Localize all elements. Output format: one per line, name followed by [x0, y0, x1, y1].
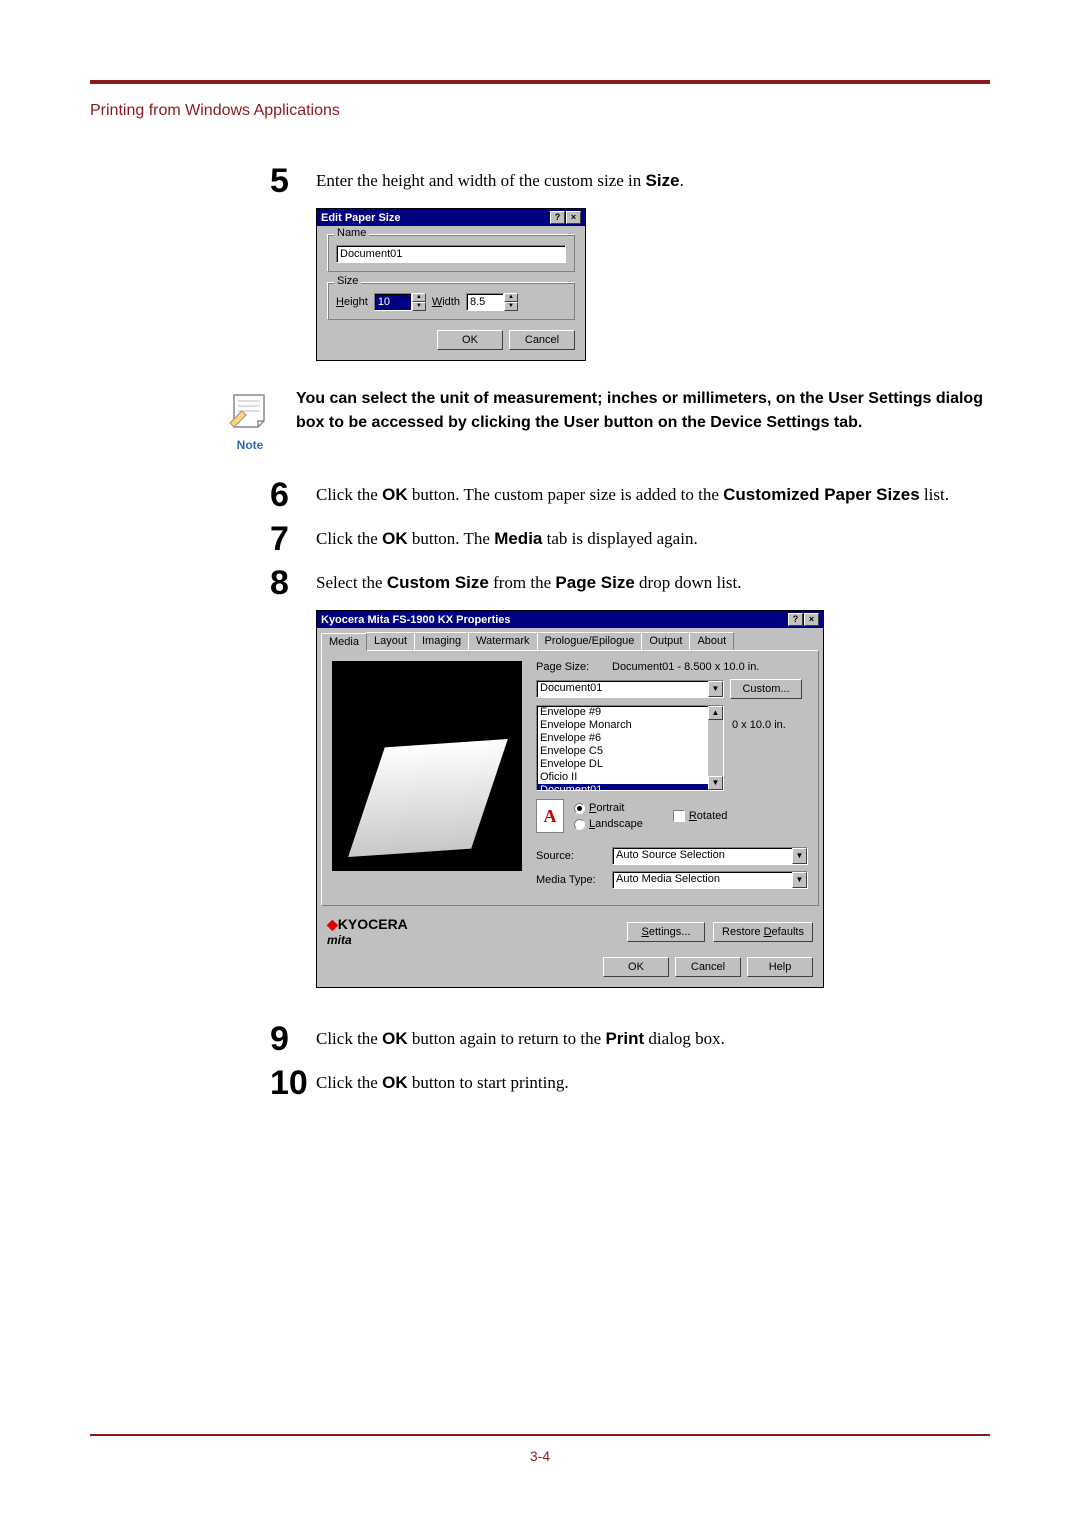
width-input[interactable]: [466, 293, 504, 311]
step-number-6: 6: [270, 478, 316, 512]
tab-prologue[interactable]: Prologue/Epilogue: [537, 632, 643, 650]
list-item[interactable]: Envelope #9: [537, 706, 708, 719]
height-label: Height: [336, 296, 368, 308]
name-legend: Name: [334, 227, 369, 239]
step-5-text: Enter the height and width of the custom…: [316, 164, 684, 194]
ok-button[interactable]: OK: [603, 957, 669, 977]
dialog-titlebar: Edit Paper Size ? ×: [317, 209, 585, 226]
ok-button[interactable]: OK: [437, 330, 503, 350]
step-7: 7 Click the OK button. The Media tab is …: [270, 522, 990, 556]
size-fieldset: Size Height ▲▼ Width ▲▼: [327, 282, 575, 320]
height-spinner[interactable]: ▲▼: [412, 293, 426, 311]
step-8: 8 Select the Custom Size from the Page S…: [270, 566, 990, 600]
help-button[interactable]: Help: [747, 957, 813, 977]
close-icon[interactable]: ×: [804, 613, 819, 626]
step-10-text: Click the OK button to start printing.: [316, 1066, 569, 1096]
step-10: 10 Click the OK button to start printing…: [270, 1066, 990, 1100]
page-size-desc: Document01 - 8.500 x 10.0 in.: [612, 661, 759, 673]
custom-button[interactable]: Custom...: [730, 679, 802, 699]
orientation-group: A Portrait Landscape Rotated: [536, 799, 808, 833]
note-text: You can select the unit of measurement; …: [296, 387, 990, 435]
list-item[interactable]: Envelope DL: [537, 758, 708, 771]
step-number-7: 7: [270, 522, 316, 556]
top-rule: [90, 80, 990, 84]
chevron-down-icon[interactable]: ▼: [792, 872, 807, 888]
note-label: Note: [226, 438, 274, 452]
size-legend: Size: [334, 275, 361, 287]
preview-paper-icon: [348, 739, 508, 857]
page-size-combo[interactable]: Document01 ▼: [536, 680, 724, 698]
chevron-down-icon[interactable]: ▼: [792, 848, 807, 864]
settings-button[interactable]: Settings...: [627, 922, 705, 942]
step-8-text: Select the Custom Size from the Page Siz…: [316, 566, 742, 596]
portrait-radio[interactable]: Portrait: [574, 802, 643, 814]
step-5: 5 Enter the height and width of the cust…: [270, 164, 990, 198]
footer-rule: [90, 1434, 990, 1436]
page-size-label: Page Size:: [536, 661, 606, 673]
edit-paper-size-dialog: Edit Paper Size ? × Name Size Height ▲▼: [316, 208, 586, 361]
source-combo[interactable]: Auto Source Selection ▼: [612, 847, 808, 865]
step-9-text: Click the OK button again to return to t…: [316, 1022, 725, 1052]
list-item-selected[interactable]: Document01: [537, 784, 708, 790]
step-number-8: 8: [270, 566, 316, 600]
media-tab-panel: Page Size: Document01 - 8.500 x 10.0 in.…: [321, 650, 819, 906]
brand-logo: ◆KYOCERA mita: [327, 916, 408, 947]
note-icon: Note: [226, 387, 274, 452]
source-label: Source:: [536, 850, 606, 862]
width-label: Width: [432, 296, 460, 308]
height-input[interactable]: [374, 293, 412, 311]
restore-defaults-button[interactable]: Restore Defaults: [713, 922, 813, 942]
tab-output[interactable]: Output: [641, 632, 690, 650]
step-6: 6 Click the OK button. The custom paper …: [270, 478, 990, 512]
tab-watermark[interactable]: Watermark: [468, 632, 537, 650]
tab-about[interactable]: About: [689, 632, 734, 650]
list-item[interactable]: Envelope C5: [537, 745, 708, 758]
step-6-text: Click the OK button. The custom paper si…: [316, 478, 949, 508]
help-icon[interactable]: ?: [788, 613, 803, 626]
step-9: 9 Click the OK button again to return to…: [270, 1022, 990, 1056]
landscape-radio[interactable]: Landscape: [574, 818, 643, 830]
preview-box: [332, 661, 522, 871]
page-number: 3-4: [0, 1448, 1080, 1464]
note-block: Note You can select the unit of measurem…: [226, 387, 990, 452]
rotated-checkbox[interactable]: Rotated: [673, 810, 728, 822]
section-title: Printing from Windows Applications: [90, 102, 990, 120]
prop-titlebar: Kyocera Mita FS-1900 KX Properties ? ×: [317, 611, 823, 628]
media-type-combo[interactable]: Auto Media Selection ▼: [612, 871, 808, 889]
cancel-button[interactable]: Cancel: [509, 330, 575, 350]
tab-media[interactable]: Media: [321, 633, 367, 651]
step-number-10: 10: [270, 1066, 316, 1100]
list-item[interactable]: Oficio II: [537, 771, 708, 784]
print-size-desc: 0 x 10.0 in.: [732, 705, 786, 791]
chevron-down-icon[interactable]: ▼: [708, 681, 723, 697]
orientation-icon: A: [536, 799, 564, 833]
close-icon[interactable]: ×: [566, 211, 581, 224]
prop-title: Kyocera Mita FS-1900 KX Properties: [321, 614, 511, 626]
list-item[interactable]: Envelope Monarch: [537, 719, 708, 732]
tab-imaging[interactable]: Imaging: [414, 632, 469, 650]
page-size-listbox[interactable]: Envelope #9 Envelope Monarch Envelope #6…: [536, 705, 724, 791]
name-input[interactable]: [336, 245, 566, 263]
cancel-button[interactable]: Cancel: [675, 957, 741, 977]
scrollbar[interactable]: ▲▼: [708, 706, 723, 790]
help-icon[interactable]: ?: [550, 211, 565, 224]
step-number-9: 9: [270, 1022, 316, 1056]
name-fieldset: Name: [327, 234, 575, 272]
tab-layout[interactable]: Layout: [366, 632, 415, 650]
list-item[interactable]: Envelope #6: [537, 732, 708, 745]
width-spinner[interactable]: ▲▼: [504, 293, 518, 311]
step-number-5: 5: [270, 164, 316, 198]
printer-properties-dialog: Kyocera Mita FS-1900 KX Properties ? × M…: [316, 610, 824, 988]
dialog-title: Edit Paper Size: [321, 212, 400, 224]
step-7-text: Click the OK button. The Media tab is di…: [316, 522, 698, 552]
tab-strip: Media Layout Imaging Watermark Prologue/…: [317, 628, 823, 650]
media-type-label: Media Type:: [536, 874, 606, 886]
